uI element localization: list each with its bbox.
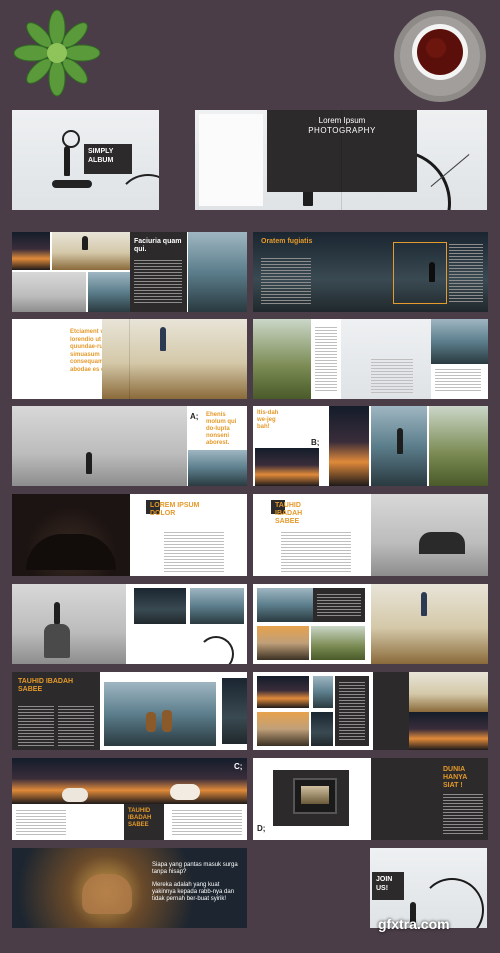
spread-camera: D; DUNIA HANYA SIAT ! — [253, 758, 488, 840]
spread-letter-a: A; Ehenis molum qui do-lupta nonseni abo… — [12, 406, 247, 486]
cover-page-simply-album: SIMPLY ALBUM — [12, 110, 159, 210]
spread-mixed — [253, 672, 488, 750]
letter-d-label: D; — [257, 824, 266, 833]
watermark-text: gfxtra.com — [378, 916, 450, 932]
plant-decoration — [12, 8, 102, 98]
join-us-title: JOIN US! — [372, 872, 404, 900]
faciuria-heading: Faciuria quam qui. — [134, 238, 182, 253]
ehenis-heading: Ehenis molum qui do-lupta nonseni abores… — [206, 412, 237, 446]
simply-album-title: SIMPLY ALBUM — [84, 144, 132, 174]
oratem-heading: Oratem fugiatis — [261, 238, 313, 245]
tauhid-heading-1: TAUHID IBADAH SABEE — [275, 502, 303, 525]
letter-a-label: A; — [190, 412, 199, 421]
spread-tauhid-2: TAUHID IBADAH SABEE — [12, 672, 247, 750]
spread-quote: Siapa yang pantas masuk surga tanpa hisa… — [12, 848, 247, 928]
tauhid-heading-2: TAUHID IBADAH SABEE — [18, 678, 74, 693]
spread-etciament: Etciament vo-lorendio ut quat quundae-ru… — [12, 319, 247, 399]
spread-lorem-ipsum-dolor: LOREM IPSUM DOLOR — [12, 494, 247, 576]
spread-letter-b: Itis-dah we-jeg bah! B; — [253, 406, 488, 486]
photography-heading: PHOTOGRAPHY — [308, 126, 376, 135]
spread-feet — [253, 584, 488, 664]
spread-birds — [253, 319, 488, 399]
dunia-heading: DUNIA HANYA SIAT ! — [443, 766, 467, 789]
spread-climber — [12, 584, 247, 664]
spread-tauhid-3: TAUHID IBADAH SABEE C; — [12, 758, 247, 840]
quote-text-1: Siapa yang pantas masuk surga tanpa hisa… — [152, 862, 238, 875]
itis-heading: Itis-dah we-jeg bah! — [257, 410, 279, 430]
coffee-cup-decoration — [392, 8, 488, 104]
letter-b-label: B; — [311, 438, 320, 447]
letter-c-label: C; — [234, 762, 243, 771]
tauhid-heading-3: TAUHID IBADAH SABEE — [128, 808, 152, 828]
quote-text-2: Mereka adalah yang kuat yakinnya kepada … — [152, 882, 235, 902]
cover-page-photography: Lorem Ipsum PHOTOGRAPHY — [195, 110, 487, 210]
photography-title-block: Lorem Ipsum PHOTOGRAPHY — [267, 116, 417, 136]
lorem-ipsum-heading: Lorem Ipsum — [318, 116, 366, 125]
lorem-ipsum-dolor-heading: LOREM IPSUM DOLOR — [150, 502, 200, 517]
spread-tauhid-1: TAUHID IBADAH SABEE — [253, 494, 488, 576]
succulent-plant-icon — [13, 9, 101, 97]
spread-faciuria: Faciuria quam qui. — [12, 232, 247, 312]
spread-oratem: Oratem fugiatis — [253, 232, 488, 312]
coffee-cup-icon — [394, 10, 486, 102]
